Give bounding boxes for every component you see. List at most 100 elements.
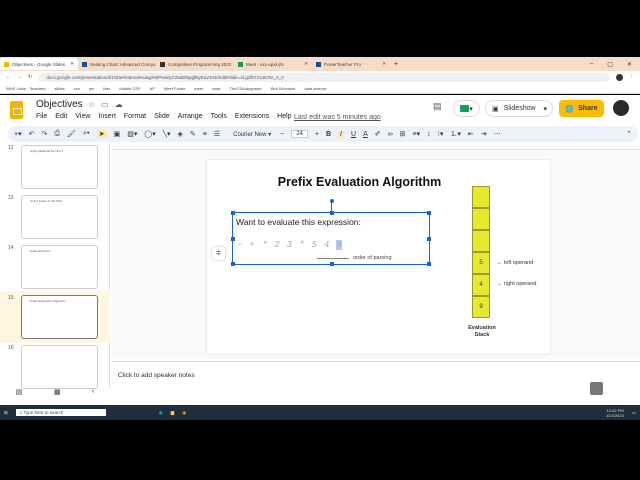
grid-view-icon[interactable]: ▦: [54, 388, 61, 400]
close-window-button[interactable]: ✕: [627, 61, 632, 68]
font-size-input[interactable]: 24: [291, 130, 308, 138]
menu-format[interactable]: Format: [124, 113, 146, 120]
assistant-icon[interactable]: [590, 382, 603, 395]
star-icon[interactable]: ☆: [88, 100, 95, 109]
tab-seating-chart[interactable]: Seating Chart: Advanced Compu✕: [78, 58, 156, 70]
filmstrip-view-icon[interactable]: ▤: [16, 388, 23, 400]
profile-avatar[interactable]: [616, 73, 623, 81]
slide-thumbnail[interactable]: Prefix Evaluation Algorithm: [21, 295, 98, 339]
slide-thumbnail[interactable]: Unit 2 Topics in AP CSA: [21, 195, 98, 239]
slide-thumbnail[interactable]: String Methods for Unit 2: [21, 145, 98, 189]
textbox-align-button[interactable]: ≑: [212, 247, 225, 260]
chrome-icon[interactable]: ◉: [182, 410, 186, 416]
notifications-icon[interactable]: ▭: [632, 410, 636, 416]
bookmark[interactable]: Nav: [103, 86, 110, 91]
underline-icon[interactable]: U: [351, 131, 356, 138]
menu-arrange[interactable]: Arrange: [178, 113, 203, 120]
bookmark[interactable]: ccs: [74, 86, 80, 91]
border-color-icon[interactable]: ✎: [190, 130, 196, 138]
fill-color-icon[interactable]: ◈: [177, 130, 182, 138]
new-tab-button[interactable]: +: [394, 61, 398, 68]
bookmark[interactable]: Mobile CSP: [119, 86, 140, 91]
textbox-icon[interactable]: ▣: [114, 130, 121, 138]
line-icon[interactable]: ╲▾: [163, 130, 171, 138]
italic-icon[interactable]: I: [338, 130, 344, 138]
bookmark[interactable]: slides: [55, 86, 65, 91]
align-icon[interactable]: ≡▾: [412, 130, 420, 138]
taskbar-search[interactable]: ⌕ Type here to search: [15, 409, 106, 416]
maximize-button[interactable]: ▢: [607, 61, 613, 68]
slideshow-button[interactable]: ▣ Slideshow ▾: [485, 100, 553, 117]
print-icon[interactable]: ⎙: [54, 130, 60, 138]
explorer-icon[interactable]: ▆: [171, 410, 174, 416]
image-icon[interactable]: ▨▾: [127, 130, 137, 138]
slide[interactable]: Prefix Evaluation Algorithm Want to eval…: [207, 160, 550, 354]
increase-font-icon[interactable]: +: [315, 131, 319, 138]
menu-icon[interactable]: ⋮: [629, 74, 634, 80]
menu-edit[interactable]: Edit: [55, 113, 67, 120]
folder-icon[interactable]: ▭: [101, 100, 109, 109]
numbered-list-icon[interactable]: ⒈▾: [450, 129, 461, 139]
line-spacing-icon[interactable]: ↕: [427, 131, 431, 138]
tab-powerteacher[interactable]: PowerTeacher Pro ✕: [312, 58, 390, 70]
highlight-icon[interactable]: ✐: [375, 130, 381, 138]
slide-thumbnail[interactable]: Data structures: [21, 245, 98, 289]
new-slide-button[interactable]: +▾: [14, 130, 22, 138]
menu-tools[interactable]: Tools: [211, 113, 227, 120]
decrease-font-icon[interactable]: −: [280, 131, 284, 138]
bookmark[interactable]: csab: [212, 86, 220, 91]
collapse-icon[interactable]: ⌃: [626, 130, 632, 138]
link-icon[interactable]: ∞: [388, 131, 393, 138]
last-edit-link[interactable]: Last edit was 5 minutes ago: [294, 114, 381, 121]
bookmark[interactable]: TheCSAutograder: [230, 86, 262, 91]
zoom-icon[interactable]: ⌕▾: [83, 130, 90, 138]
increase-indent-icon[interactable]: ⇥: [481, 130, 487, 138]
tab-objectives[interactable]: Objectives - Google Slides ✕: [0, 58, 78, 70]
redo-icon[interactable]: ↷: [41, 130, 47, 138]
menu-extensions[interactable]: Extensions: [235, 113, 269, 120]
shape-icon[interactable]: ◯▾: [144, 130, 155, 138]
meet-button[interactable]: ▾: [453, 100, 480, 117]
menu-slide[interactable]: Slide: [154, 113, 170, 120]
tab-meet[interactable]: Meet - xxx-apxk-jtv ✕: [234, 58, 312, 70]
bookmark[interactable]: rpx: [89, 86, 95, 91]
bookmark[interactable]: AP: [150, 86, 155, 91]
border-dash-icon[interactable]: ☰: [214, 130, 220, 138]
close-icon[interactable]: ✕: [382, 61, 386, 67]
comment-icon[interactable]: ⊞: [400, 130, 406, 138]
bookmark[interactable]: WHS Links - Teachers: [6, 86, 46, 91]
minimize-button[interactable]: –: [590, 61, 593, 68]
reload-icon[interactable]: ↻: [28, 74, 32, 80]
comments-icon[interactable]: ▤: [433, 101, 442, 112]
text-color-icon[interactable]: A: [363, 131, 368, 138]
edge-icon[interactable]: ◉: [159, 410, 163, 416]
menu-insert[interactable]: Insert: [98, 113, 116, 120]
undo-icon[interactable]: ↶: [29, 130, 35, 138]
url-input[interactable]: docs.google.com/presentation/d/1O0eNNamu…: [38, 72, 610, 82]
menu-file[interactable]: File: [36, 113, 47, 120]
paint-format-icon[interactable]: 🖌: [67, 130, 76, 138]
border-weight-icon[interactable]: ≡: [203, 131, 207, 138]
close-icon[interactable]: ✕: [70, 61, 74, 67]
bookmark[interactable]: Bell Schedule: [271, 86, 295, 91]
tab-competitive-programming[interactable]: Competitive Programming 2022✕: [156, 58, 234, 70]
share-button[interactable]: 🌐 Share: [559, 100, 604, 117]
user-avatar[interactable]: [613, 100, 629, 116]
menu-help[interactable]: Help: [277, 113, 291, 120]
windows-start-icon[interactable]: ⊞: [4, 410, 8, 416]
slide-thumbnail[interactable]: [21, 345, 98, 389]
bulleted-list-icon[interactable]: ⁝▾: [438, 130, 444, 138]
decrease-indent-icon[interactable]: ⇤: [468, 130, 474, 138]
bookmark[interactable]: meet: [194, 86, 203, 91]
back-icon[interactable]: ←: [6, 74, 11, 80]
select-icon[interactable]: ➤: [96, 130, 107, 138]
slides-logo[interactable]: [10, 101, 23, 119]
menu-view[interactable]: View: [75, 113, 90, 120]
bold-icon[interactable]: B: [326, 131, 331, 138]
more-icon[interactable]: ⋯: [494, 130, 501, 138]
bookmark[interactable]: Meet Folder: [164, 86, 185, 91]
document-title[interactable]: Objectives: [36, 99, 83, 110]
slide-title[interactable]: Prefix Evaluation Algorithm: [207, 175, 512, 189]
close-icon[interactable]: ✕: [304, 61, 308, 67]
selected-textbox[interactable]: Want to evaluate this expression: − + * 2 3 *…: [231, 199, 431, 266]
